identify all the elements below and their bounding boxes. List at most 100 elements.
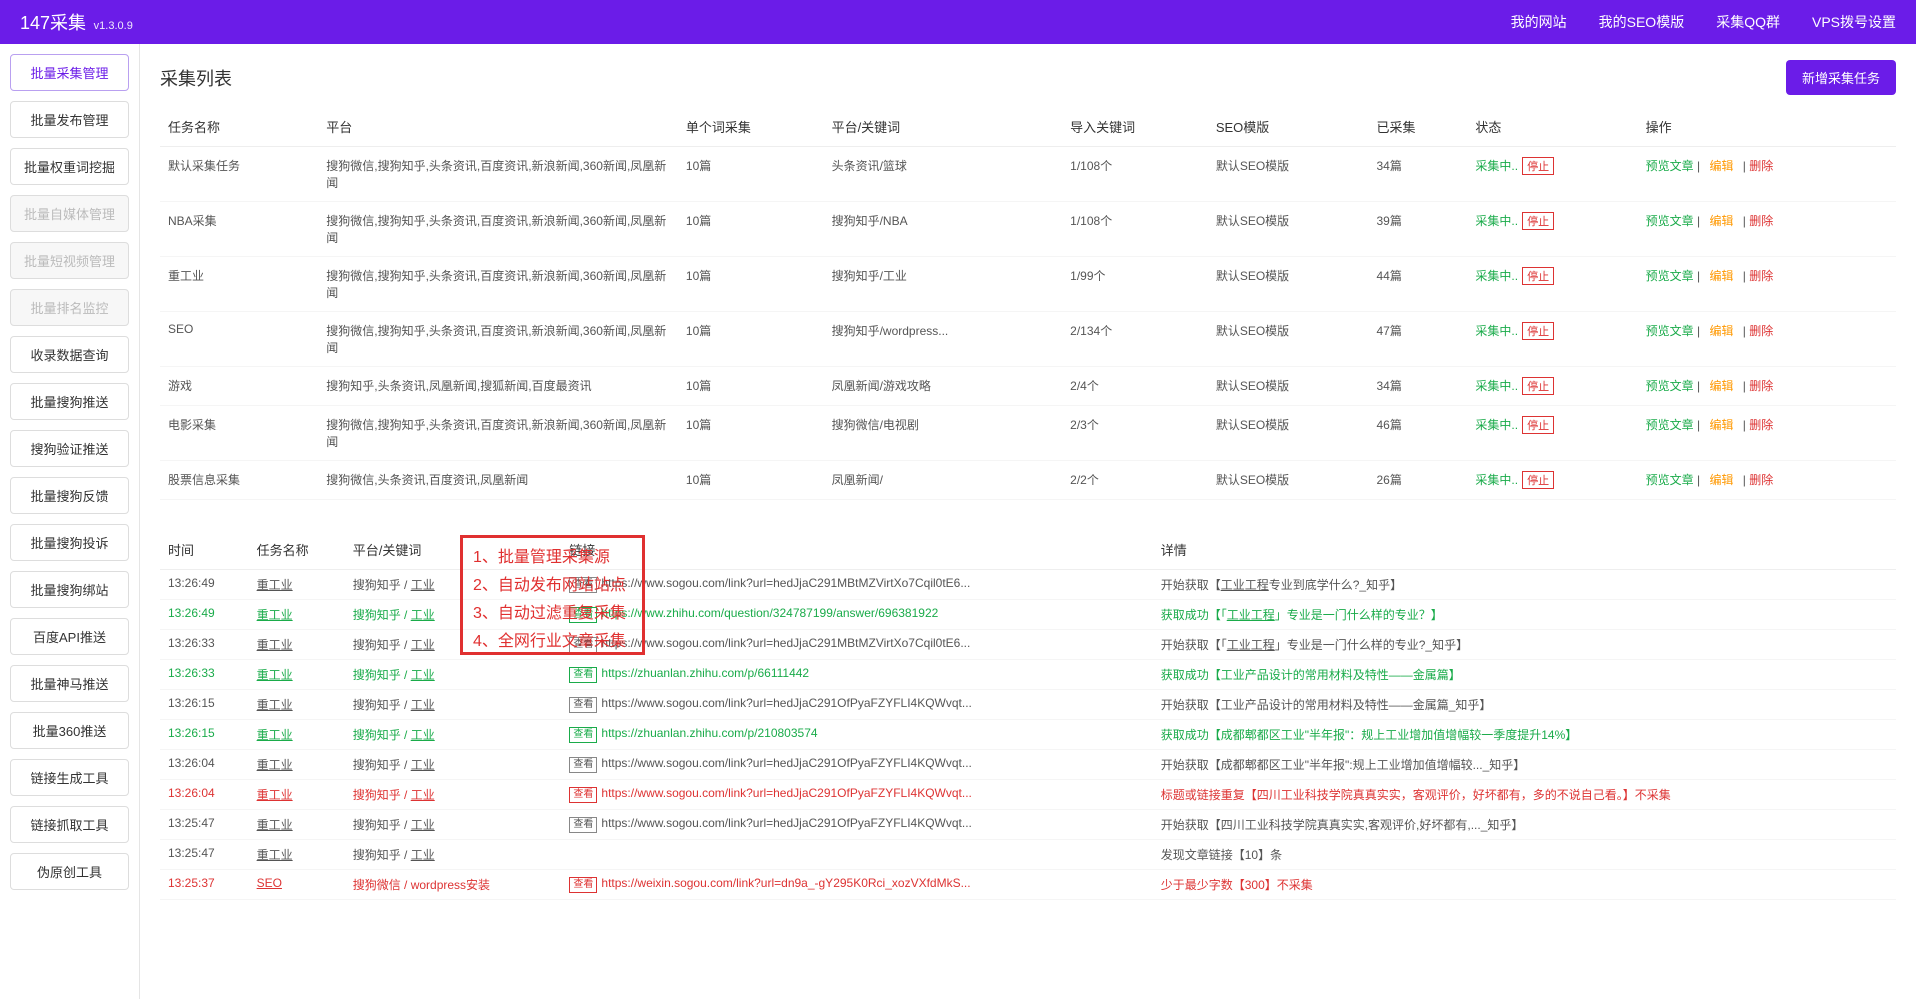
log-link-text[interactable]: https://www.sogou.com/link?url=hedJjaC29… — [601, 636, 970, 650]
sidebar-item-0[interactable]: 批量采集管理 — [10, 54, 129, 91]
delete-link[interactable]: 删除 — [1749, 379, 1773, 393]
edit-link[interactable]: 编辑 — [1709, 214, 1733, 228]
sidebar-item-11[interactable]: 批量搜狗绑站 — [10, 571, 129, 608]
log-task[interactable]: 重工业 — [249, 810, 345, 840]
log-time: 13:26:15 — [160, 720, 249, 750]
preview-link[interactable]: 预览文章 — [1646, 379, 1694, 393]
sidebar-item-7[interactable]: 批量搜狗推送 — [10, 383, 129, 420]
edit-link[interactable]: 编辑 — [1709, 159, 1733, 173]
log-link-text[interactable]: https://www.zhihu.com/question/324787199… — [601, 606, 938, 620]
keyword-link[interactable]: 工业 — [411, 788, 435, 802]
preview-link[interactable]: 预览文章 — [1646, 418, 1694, 432]
sidebar-item-14[interactable]: 批量360推送 — [10, 712, 129, 749]
keyword-link[interactable]: 工业 — [411, 578, 435, 592]
log-link-text[interactable]: https://www.sogou.com/link?url=hedJjaC29… — [601, 576, 970, 590]
topnav-item-0[interactable]: 我的网站 — [1511, 12, 1567, 32]
keyword-link[interactable]: 工业 — [411, 818, 435, 832]
log-task[interactable]: SEO — [249, 870, 345, 900]
detail-keyword-link[interactable]: 工业工程 — [1221, 578, 1269, 592]
stop-button[interactable]: 停止 — [1522, 416, 1554, 434]
detail-keyword-link[interactable]: 工业工程 — [1227, 608, 1275, 622]
sidebar-item-4: 批量短视频管理 — [10, 242, 129, 279]
topnav-item-1[interactable]: 我的SEO模版 — [1599, 12, 1685, 32]
keyword-link[interactable]: 工业 — [411, 668, 435, 682]
sidebar-item-10[interactable]: 批量搜狗投诉 — [10, 524, 129, 561]
stop-button[interactable]: 停止 — [1522, 471, 1554, 489]
log-task[interactable]: 重工业 — [249, 690, 345, 720]
task-kw: 1/108个 — [1062, 147, 1208, 202]
sidebar-item-13[interactable]: 批量神马推送 — [10, 665, 129, 702]
log-link-text[interactable]: https://weixin.sogou.com/link?url=dn9a_-… — [601, 876, 970, 890]
sidebar-item-6[interactable]: 收录数据查询 — [10, 336, 129, 373]
task-header: 平台 — [318, 107, 678, 147]
log-pk: 搜狗知乎 / 工业 — [345, 600, 562, 630]
preview-link[interactable]: 预览文章 — [1646, 159, 1694, 173]
stop-button[interactable]: 停止 — [1522, 267, 1554, 285]
keyword-link[interactable]: 工业 — [411, 728, 435, 742]
log-task[interactable]: 重工业 — [249, 750, 345, 780]
keyword-link[interactable]: 工业 — [411, 758, 435, 772]
stop-button[interactable]: 停止 — [1522, 157, 1554, 175]
edit-link[interactable]: 编辑 — [1709, 418, 1733, 432]
sidebar-item-9[interactable]: 批量搜狗反馈 — [10, 477, 129, 514]
topnav-item-2[interactable]: 采集QQ群 — [1716, 12, 1780, 32]
edit-link[interactable]: 编辑 — [1709, 379, 1733, 393]
sidebar-item-12[interactable]: 百度API推送 — [10, 618, 129, 655]
task-name: SEO — [160, 312, 318, 367]
preview-link[interactable]: 预览文章 — [1646, 214, 1694, 228]
keyword-link[interactable]: 工业 — [411, 698, 435, 712]
log-task[interactable]: 重工业 — [249, 780, 345, 810]
log-link-text[interactable]: https://www.sogou.com/link?url=hedJjaC29… — [601, 696, 972, 710]
view-badge[interactable]: 查看 — [569, 577, 597, 593]
task-pk: 搜狗微信/电视剧 — [824, 406, 1063, 461]
sidebar-item-15[interactable]: 链接生成工具 — [10, 759, 129, 796]
log-task[interactable]: 重工业 — [249, 570, 345, 600]
stop-button[interactable]: 停止 — [1522, 377, 1554, 395]
keyword-link[interactable]: 工业 — [411, 638, 435, 652]
view-badge[interactable]: 查看 — [569, 787, 597, 803]
new-task-button[interactable]: 新增采集任务 — [1786, 60, 1896, 95]
detail-keyword-link[interactable]: 工业工程 — [1227, 638, 1275, 652]
log-link-text[interactable]: https://www.sogou.com/link?url=hedJjaC29… — [601, 816, 972, 830]
delete-link[interactable]: 删除 — [1749, 159, 1773, 173]
edit-link[interactable]: 编辑 — [1709, 324, 1733, 338]
task-count: 34篇 — [1368, 367, 1467, 406]
delete-link[interactable]: 删除 — [1749, 214, 1773, 228]
delete-link[interactable]: 删除 — [1749, 324, 1773, 338]
log-link-text[interactable]: https://zhuanlan.zhihu.com/p/210803574 — [601, 726, 817, 740]
log-task[interactable]: 重工业 — [249, 660, 345, 690]
preview-link[interactable]: 预览文章 — [1646, 473, 1694, 487]
view-badge[interactable]: 查看 — [569, 877, 597, 893]
preview-link[interactable]: 预览文章 — [1646, 269, 1694, 283]
delete-link[interactable]: 删除 — [1749, 473, 1773, 487]
view-badge[interactable]: 查看 — [569, 727, 597, 743]
delete-link[interactable]: 删除 — [1749, 418, 1773, 432]
log-task[interactable]: 重工业 — [249, 630, 345, 660]
view-badge[interactable]: 查看 — [569, 637, 597, 653]
sidebar-item-1[interactable]: 批量发布管理 — [10, 101, 129, 138]
view-badge[interactable]: 查看 — [569, 757, 597, 773]
sidebar-item-2[interactable]: 批量权重词挖掘 — [10, 148, 129, 185]
stop-button[interactable]: 停止 — [1522, 322, 1554, 340]
sidebar-item-8[interactable]: 搜狗验证推送 — [10, 430, 129, 467]
sidebar-item-16[interactable]: 链接抓取工具 — [10, 806, 129, 843]
keyword-link[interactable]: 工业 — [411, 848, 435, 862]
log-link-text[interactable]: https://www.sogou.com/link?url=hedJjaC29… — [601, 756, 972, 770]
sidebar-item-17[interactable]: 伪原创工具 — [10, 853, 129, 890]
edit-link[interactable]: 编辑 — [1709, 269, 1733, 283]
stop-button[interactable]: 停止 — [1522, 212, 1554, 230]
log-task[interactable]: 重工业 — [249, 720, 345, 750]
log-link-text[interactable]: https://zhuanlan.zhihu.com/p/66111442 — [601, 666, 809, 680]
view-badge[interactable]: 查看 — [569, 817, 597, 833]
log-link-text[interactable]: https://www.sogou.com/link?url=hedJjaC29… — [601, 786, 972, 800]
view-badge[interactable]: 查看 — [569, 697, 597, 713]
topnav-item-3[interactable]: VPS拨号设置 — [1812, 12, 1896, 32]
preview-link[interactable]: 预览文章 — [1646, 324, 1694, 338]
view-badge[interactable]: 查看 — [569, 667, 597, 683]
keyword-link[interactable]: 工业 — [411, 608, 435, 622]
view-badge[interactable]: 查看 — [569, 607, 597, 623]
delete-link[interactable]: 删除 — [1749, 269, 1773, 283]
log-task[interactable]: 重工业 — [249, 600, 345, 630]
edit-link[interactable]: 编辑 — [1709, 473, 1733, 487]
log-task[interactable]: 重工业 — [249, 840, 345, 870]
